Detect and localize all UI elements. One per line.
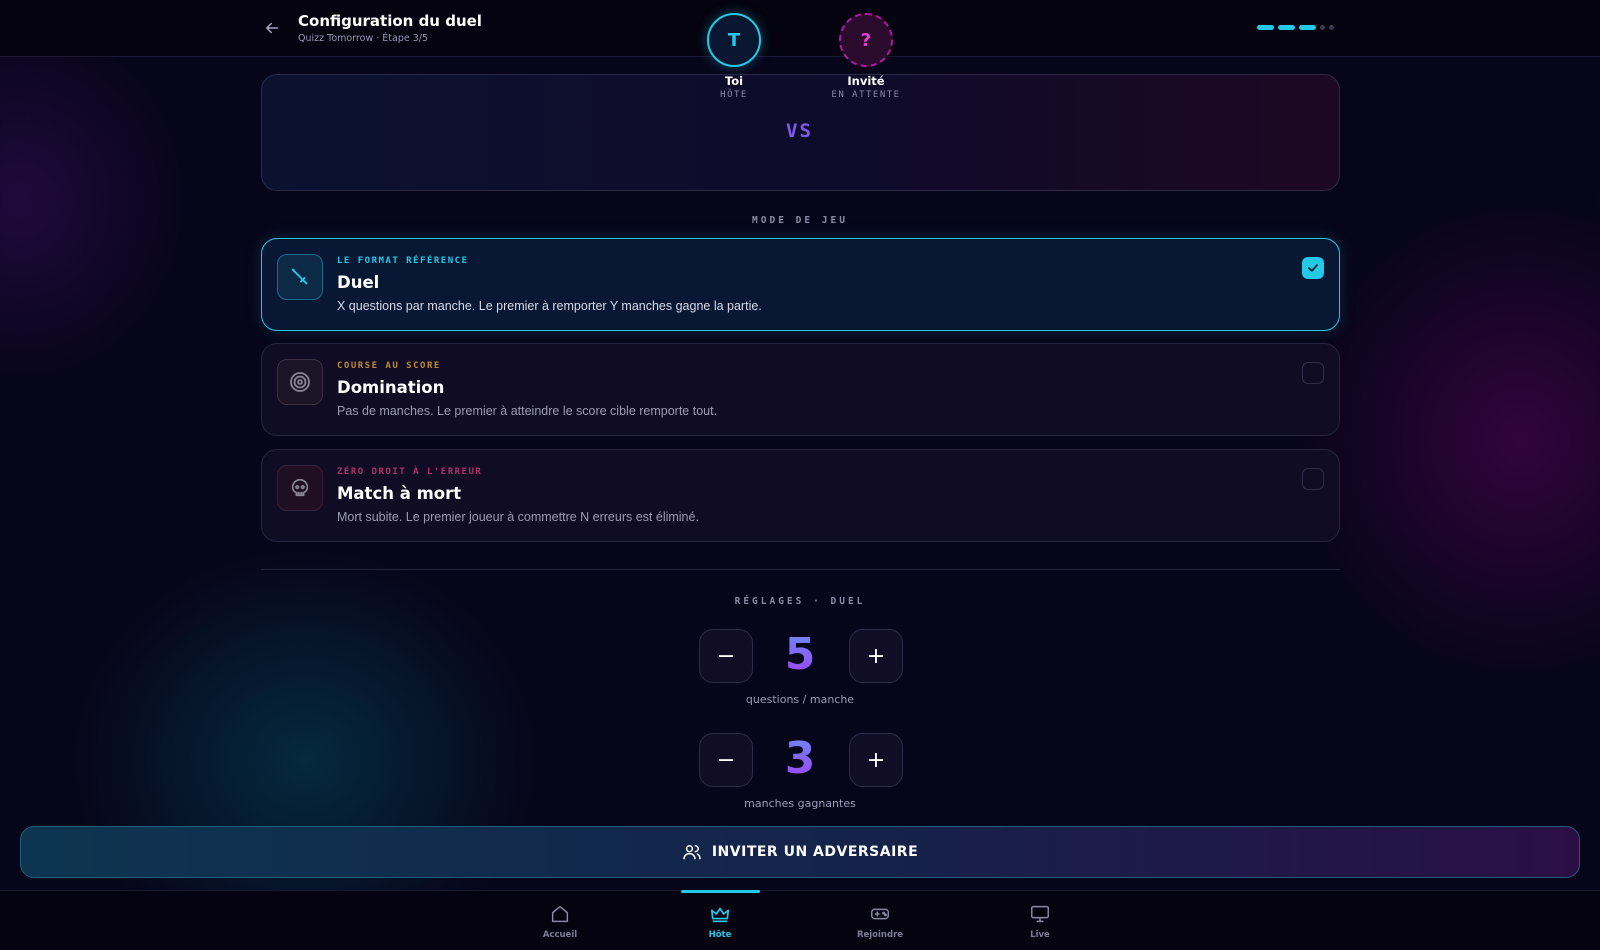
mode-name: Domination xyxy=(337,378,445,397)
nav-label: Rejoindre xyxy=(856,930,904,940)
mode-card-duel[interactable]: LE FORMAT RÉFÉRENCE Duel X questions par… xyxy=(261,238,1340,331)
skull-icon xyxy=(277,465,323,511)
guest-name: Invité xyxy=(847,74,885,88)
host-role: HÔTE xyxy=(720,90,748,100)
nav-label: Hôte xyxy=(708,930,732,940)
users-icon xyxy=(683,845,701,860)
rounds-decrement-button[interactable]: − xyxy=(699,733,753,787)
step-indicator-4 xyxy=(1320,25,1325,30)
mode-description: Pas de manches. Le premier à atteindre l… xyxy=(337,404,718,418)
bottom-nav: Accueil Hôte Rejoindre Live xyxy=(0,890,1600,950)
back-button[interactable] xyxy=(260,16,284,40)
mode-card-match-a-mort[interactable]: ZÉRO DROIT À L'ERREUR Match à mort Mort … xyxy=(261,449,1340,542)
questions-decrement-button[interactable]: − xyxy=(699,629,753,683)
winning-rounds-value: 3 xyxy=(760,733,840,784)
invite-opponent-button[interactable]: INVITER UN ADVERSAIRE xyxy=(20,826,1580,878)
nav-item-live[interactable]: Live xyxy=(990,891,1090,950)
mode-description: X questions par manche. Le premier à rem… xyxy=(337,299,762,313)
step-indicator-3 xyxy=(1299,25,1316,30)
invite-opponent-label: INVITER UN ADVERSAIRE xyxy=(711,844,919,860)
step-indicator-1 xyxy=(1257,25,1274,30)
nav-item-rejoindre[interactable]: Rejoindre xyxy=(830,891,930,950)
mode-checkbox[interactable] xyxy=(1302,257,1324,279)
nav-label: Live xyxy=(1030,930,1050,940)
host-name: Toi xyxy=(724,74,744,88)
mode-tag: ZÉRO DROIT À L'ERREUR xyxy=(337,467,483,477)
mode-checkbox[interactable] xyxy=(1302,362,1324,384)
page-subtitle: Quizz Tomorrow · Étape 3/5 xyxy=(298,33,429,44)
winning-rounds-label: manches gagnantes xyxy=(744,797,856,810)
host-player: T Toi HÔTE xyxy=(684,13,784,100)
page-title: Configuration du duel xyxy=(298,12,482,30)
mode-tag: COURSE AU SCORE xyxy=(337,361,441,371)
step-indicator-5 xyxy=(1329,25,1334,30)
versus-label: VS xyxy=(786,120,813,142)
section-divider xyxy=(261,569,1340,570)
mode-card-domination[interactable]: COURSE AU SCORE Domination Pas de manche… xyxy=(261,343,1340,436)
mode-description: Mort subite. Le premier joueur à commett… xyxy=(337,510,699,524)
mode-name: Match à mort xyxy=(337,484,462,503)
arrow-left-icon xyxy=(266,22,278,34)
mode-checkbox[interactable] xyxy=(1302,468,1324,490)
top-bar: Configuration du duel Quizz Tomorrow · É… xyxy=(0,0,1600,57)
mode-name: Duel xyxy=(337,273,380,292)
nav-label: Accueil xyxy=(542,930,578,940)
target-icon xyxy=(277,359,323,405)
home-icon xyxy=(551,905,569,923)
gamepad-icon xyxy=(871,908,889,920)
step-indicator-2 xyxy=(1278,25,1295,30)
guest-avatar: ? xyxy=(839,13,893,67)
monitor-icon xyxy=(1031,905,1049,923)
mode-tag: LE FORMAT RÉFÉRENCE xyxy=(337,256,469,266)
sword-icon xyxy=(277,254,323,300)
check-icon xyxy=(1308,264,1318,272)
crown-icon xyxy=(710,907,730,923)
questions-increment-button[interactable]: + xyxy=(849,629,903,683)
nav-item-hote[interactable]: Hôte xyxy=(670,891,770,950)
nav-item-accueil[interactable]: Accueil xyxy=(510,891,610,950)
host-avatar: T xyxy=(707,13,761,67)
rounds-increment-button[interactable]: + xyxy=(849,733,903,787)
guest-player: ? Invité EN ATTENTE xyxy=(816,13,916,100)
mode-section-label: MODE DE JEU xyxy=(752,215,848,226)
questions-per-round-value: 5 xyxy=(760,629,840,680)
guest-role: EN ATTENTE xyxy=(831,90,901,100)
step-progress xyxy=(1257,25,1334,30)
settings-section-label: RÉGLAGES · DUEL xyxy=(734,596,866,607)
questions-per-round-label: questions / manche xyxy=(745,693,855,706)
